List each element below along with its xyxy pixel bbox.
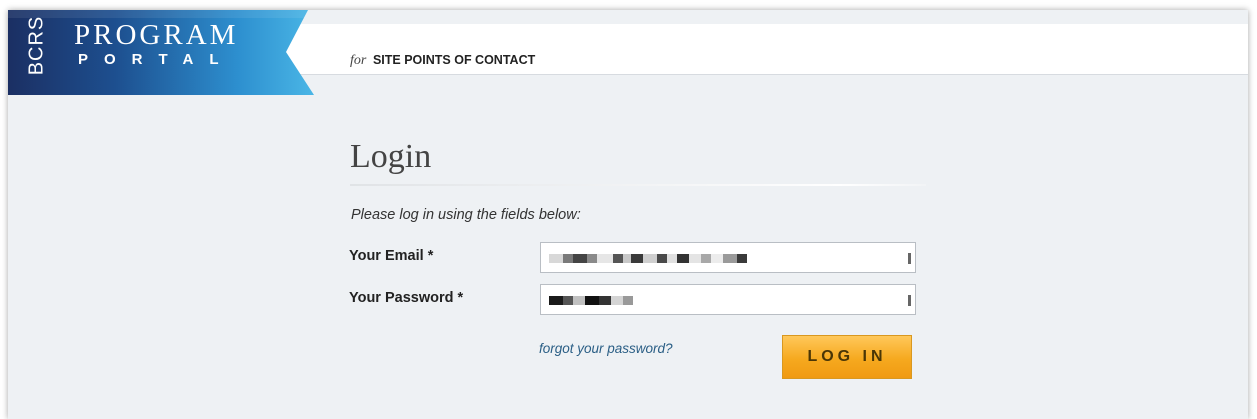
login-instructions: Please log in using the fields below: xyxy=(351,207,581,223)
email-label: Your Email * xyxy=(349,248,434,264)
email-field[interactable] xyxy=(540,242,916,273)
redacted-password-value xyxy=(549,296,633,305)
logo-program-text: PROGRAM xyxy=(74,19,239,51)
tagline-prefix: for xyxy=(350,53,367,68)
title-divider xyxy=(350,184,926,186)
redacted-email-value xyxy=(549,254,747,263)
logo-bcrs-text: BCRS xyxy=(24,14,50,76)
login-button[interactable]: LOG IN xyxy=(782,335,912,379)
email-field-scroll-marker xyxy=(908,253,911,264)
password-label: Your Password * xyxy=(349,290,464,306)
logo-portal-text: PORTAL xyxy=(78,51,235,68)
page: for SITE POINTS OF CONTACT BCRS PROGRAM … xyxy=(8,10,1248,419)
forgot-password-link[interactable]: forgot your password? xyxy=(539,341,673,356)
tagline-text: SITE POINTS OF CONTACT xyxy=(372,53,536,67)
page-title: Login xyxy=(350,138,432,175)
password-field-scroll-marker xyxy=(908,295,911,306)
logo-bcrs-label: BCRS xyxy=(25,15,48,75)
header-tagline: for SITE POINTS OF CONTACT xyxy=(350,52,535,69)
password-field[interactable] xyxy=(540,284,916,315)
